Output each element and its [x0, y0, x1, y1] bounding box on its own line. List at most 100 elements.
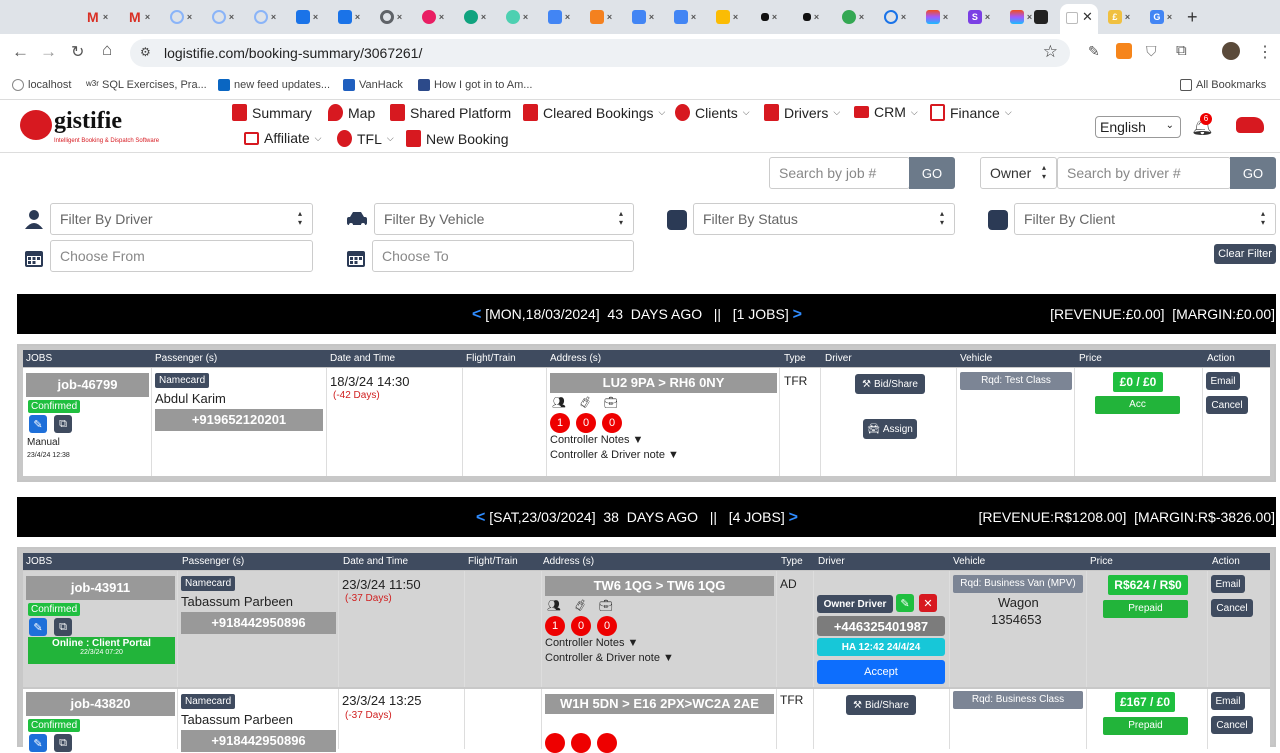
copy-icon[interactable]: ⧉ — [54, 415, 72, 433]
close-icon[interactable]: × — [649, 12, 654, 22]
namecard-button[interactable]: Namecard — [181, 576, 236, 591]
filter-driver-select[interactable]: Filter By Driver — [50, 203, 313, 235]
choose-from-input[interactable]: Choose From — [50, 240, 313, 272]
nav-cleared-bookings[interactable]: Cleared Bookings ⌵ — [523, 104, 665, 121]
controller-notes-toggle[interactable]: Controller Notes ▼ — [550, 434, 643, 446]
filter-client-select[interactable]: Filter By Client — [1014, 203, 1276, 235]
close-icon[interactable]: × — [772, 12, 777, 22]
kebab-menu-icon[interactable]: ⋮ — [1257, 42, 1273, 62]
copy-icon[interactable]: ⧉ — [54, 734, 72, 752]
controller-driver-note-toggle[interactable]: Controller & Driver note ▼ — [550, 449, 679, 461]
cancel-button[interactable]: Cancel — [1211, 716, 1253, 734]
tab-chrome[interactable]: × — [376, 6, 406, 28]
price-box[interactable]: £167 / £0 — [1115, 692, 1175, 712]
search-job-input[interactable]: Search by job # — [769, 157, 910, 189]
tab-active-logistifie[interactable]: ✕ — [1060, 4, 1098, 34]
namecard-button[interactable]: Namecard — [181, 694, 236, 709]
remove-driver-icon[interactable]: ✕ — [919, 594, 937, 612]
prev-date-arrow-icon[interactable]: < — [476, 509, 485, 526]
close-icon[interactable]: × — [1167, 12, 1172, 22]
tab-docs-3[interactable]: × — [670, 6, 700, 28]
bookmark-sql-exercises[interactable]: w3r SQL Exercises, Pra... — [86, 79, 207, 91]
tab-shield-3[interactable]: × — [502, 6, 532, 28]
tab-site-3[interactable]: × — [250, 6, 280, 28]
tab-site-2[interactable]: × — [208, 6, 238, 28]
nav-tfl[interactable]: TFL ⌵ — [337, 130, 394, 147]
tab-gmail-1[interactable]: M × — [82, 6, 112, 28]
tab-chatgpt[interactable]: × — [460, 6, 490, 28]
filter-vehicle-select[interactable]: Filter By Vehicle — [374, 203, 634, 235]
profile-avatar[interactable] — [1222, 42, 1240, 60]
namecard-button[interactable]: Namecard — [155, 373, 210, 388]
close-icon[interactable]: × — [397, 12, 402, 22]
address-route[interactable]: LU2 9PA > RH6 0NY — [550, 373, 777, 393]
tab-leaf[interactable]: × — [838, 6, 868, 28]
close-icon[interactable]: × — [481, 12, 486, 22]
close-icon[interactable]: × — [523, 12, 528, 22]
edit-icon[interactable]: ✎ — [29, 415, 47, 433]
tab-globe[interactable]: × — [880, 6, 910, 28]
nav-crm[interactable]: CRM ⌵ — [854, 104, 918, 120]
next-date-arrow-icon[interactable]: > — [793, 306, 802, 323]
tab-dark[interactable] — [1026, 6, 1056, 28]
assign-button[interactable]: 🚘︎ Assign — [863, 419, 917, 439]
copy-icon[interactable]: ⧉ — [54, 618, 72, 636]
tab-notion-2[interactable]: × — [796, 6, 826, 28]
bookmark-linkedin[interactable]: new feed updates... — [218, 79, 330, 91]
email-button[interactable]: Email — [1211, 692, 1245, 710]
close-icon[interactable]: × — [814, 12, 819, 22]
metamask-icon[interactable] — [1116, 43, 1132, 59]
edit-icon[interactable]: ✎ — [29, 734, 47, 752]
close-icon[interactable]: × — [271, 12, 276, 22]
nav-summary[interactable]: Summary — [232, 104, 312, 121]
job-id[interactable]: job-43911 — [26, 576, 175, 600]
nav-drivers[interactable]: Drivers ⌵ — [764, 104, 840, 121]
close-icon[interactable]: × — [733, 12, 738, 22]
tab-figma-1[interactable]: × — [922, 6, 952, 28]
prev-date-arrow-icon[interactable]: < — [472, 306, 481, 323]
driver-phone[interactable]: +446325401987 — [817, 616, 945, 636]
email-button[interactable]: Email — [1211, 575, 1245, 593]
back-arrow-icon[interactable]: ← — [12, 42, 29, 62]
job-id[interactable]: job-46799 — [26, 373, 149, 397]
tab-translate[interactable]: G × — [1146, 6, 1176, 28]
cancel-button[interactable]: Cancel — [1211, 599, 1253, 617]
price-box[interactable]: R$624 / R$0 — [1108, 575, 1188, 595]
accept-button[interactable]: Accept — [817, 660, 945, 684]
owner-select[interactable]: Owner — [980, 157, 1057, 189]
pen-extension-icon[interactable]: ✎ — [1088, 43, 1100, 60]
all-bookmarks[interactable]: All Bookmarks — [1180, 79, 1266, 91]
tab-box[interactable]: × — [586, 6, 616, 28]
close-icon[interactable]: × — [691, 12, 696, 22]
filter-status-select[interactable]: Filter By Status — [693, 203, 955, 235]
passenger-phone[interactable]: +919652120201 — [155, 409, 323, 431]
tab-keep[interactable]: × — [712, 6, 742, 28]
address-bar[interactable]: ⚙ logistifie.com/booking-summary/3067261… — [130, 39, 1070, 67]
close-icon[interactable]: × — [985, 12, 990, 22]
close-icon[interactable]: × — [943, 12, 948, 22]
reload-icon[interactable]: ↻ — [71, 42, 84, 62]
cancel-button[interactable]: Cancel — [1206, 396, 1248, 414]
close-icon[interactable]: × — [187, 12, 192, 22]
bid-share-button[interactable]: ⚒ Bid/Share — [855, 374, 925, 394]
close-icon[interactable]: × — [565, 12, 570, 22]
nav-affiliate[interactable]: Affiliate ⌵ — [244, 130, 322, 146]
site-info-icon[interactable]: ⚙ — [140, 45, 151, 59]
new-tab-plus-icon[interactable]: + — [1187, 7, 1198, 28]
nav-finance[interactable]: Finance ⌵ — [930, 104, 1012, 121]
tab-gmail-2[interactable]: M × — [124, 6, 154, 28]
tab-shield-1[interactable]: × — [292, 6, 322, 28]
close-icon[interactable]: × — [145, 12, 150, 22]
close-icon[interactable]: × — [607, 12, 612, 22]
tab-s[interactable]: S × — [964, 6, 994, 28]
close-icon[interactable]: × — [1125, 12, 1130, 22]
shield-extension-icon[interactable]: ⛉ — [1146, 43, 1157, 60]
close-icon[interactable]: × — [229, 12, 234, 22]
nav-clients[interactable]: Clients ⌵ — [675, 104, 750, 121]
passenger-phone[interactable]: +918442950896 — [181, 730, 336, 752]
tab-shield-2[interactable]: × — [334, 6, 364, 28]
logistifie-logo[interactable]: gistifie Intelligent Booking & Dispatch … — [20, 108, 170, 150]
choose-to-input[interactable]: Choose To — [372, 240, 634, 272]
tab-pound[interactable]: £ × — [1104, 6, 1134, 28]
search-job-go-button[interactable]: GO — [909, 157, 955, 189]
